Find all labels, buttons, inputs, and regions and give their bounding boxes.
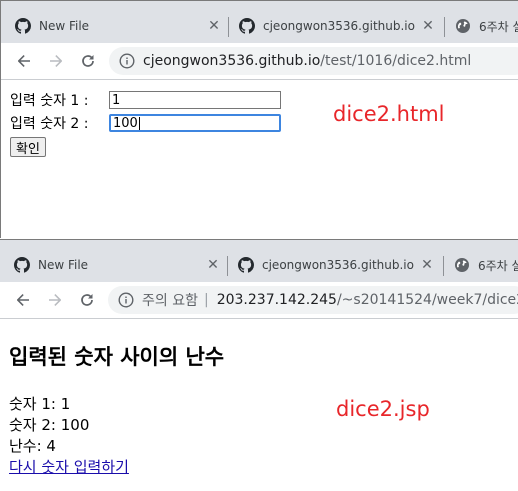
reload-button[interactable]: [77, 50, 99, 72]
toolbar: 주의 요함 | 203.237.142.245/~s20141524/week7…: [0, 282, 518, 319]
tab-divider: [443, 256, 444, 276]
github-icon: [14, 257, 30, 273]
tab-week6[interactable]: 6주차 실: [454, 248, 518, 282]
reload-icon: [80, 53, 96, 69]
result-line-number2: 숫자 2: 100: [9, 416, 90, 434]
tab-divider: [444, 17, 445, 37]
close-icon[interactable]: ✕: [421, 18, 435, 34]
input-label-2: 입력 숫자 2 :: [10, 116, 89, 132]
reload-button[interactable]: [76, 289, 98, 311]
tab-title: 6주차 실: [479, 19, 518, 34]
tab-strip: New File ✕ cjeongwon3536.github.io/Di ✕ …: [0, 240, 518, 282]
forward-button[interactable]: [44, 289, 66, 311]
close-icon[interactable]: ✕: [207, 18, 221, 34]
input-row-2: 입력 숫자 2 : 100: [10, 113, 281, 133]
browser-window-bottom: New File ✕ cjeongwon3536.github.io/Di ✕ …: [0, 239, 518, 491]
globe-icon: [455, 18, 471, 34]
tab-new-file[interactable]: New File ✕: [15, 9, 221, 43]
annotation-label: dice2.jsp: [336, 397, 430, 421]
tab-title: 6주차 실: [478, 258, 518, 273]
tab-divider: [227, 256, 228, 276]
url-path: /test/1016/dice2.html: [320, 53, 472, 69]
forward-arrow-icon: [47, 292, 63, 308]
info-icon[interactable]: [118, 292, 134, 308]
page-heading: 입력된 숫자 사이의 난수: [9, 345, 225, 369]
github-icon: [15, 18, 31, 34]
forward-arrow-icon: [48, 53, 64, 69]
back-button[interactable]: [12, 289, 34, 311]
number-input-2[interactable]: 100: [109, 114, 281, 132]
submit-button[interactable]: 확인: [10, 137, 46, 157]
back-arrow-icon: [15, 292, 31, 308]
tab-github-pages[interactable]: cjeongwon3536.github.io/Di ✕: [239, 9, 435, 43]
github-icon: [238, 257, 254, 273]
text-caret: [138, 116, 140, 130]
url-host: cjeongwon3536.github.io: [143, 53, 321, 69]
input-row-1: 입력 숫자 1 : 1: [10, 90, 281, 110]
github-icon: [239, 18, 255, 34]
tab-title: cjeongwon3536.github.io/Di: [262, 258, 414, 272]
close-icon[interactable]: ✕: [420, 257, 434, 273]
back-arrow-icon: [16, 53, 32, 69]
number-input-1[interactable]: 1: [109, 91, 281, 109]
tab-strip: New File ✕ cjeongwon3536.github.io/Di ✕ …: [1, 1, 518, 43]
tab-new-file[interactable]: New File ✕: [14, 248, 220, 282]
tab-week6[interactable]: 6주차 실: [455, 9, 518, 43]
forward-button[interactable]: [45, 50, 67, 72]
reload-icon: [79, 292, 95, 308]
tab-title: cjeongwon3536.github.io/Di: [263, 19, 415, 33]
tab-divider: [228, 17, 229, 37]
input-label-1: 입력 숫자 1 :: [10, 93, 89, 109]
address-bar[interactable]: cjeongwon3536.github.io/test/1016/dice2.…: [109, 47, 518, 75]
close-icon[interactable]: ✕: [206, 257, 220, 273]
retry-link[interactable]: 다시 숫자 입력하기: [9, 456, 129, 477]
url-path: /~s20141524/week7/dice2.jsp: [336, 292, 518, 308]
url-host: 203.237.142.245: [216, 292, 337, 308]
tab-title: New File: [38, 258, 89, 272]
annotation-label: dice2.html: [333, 102, 445, 126]
info-icon[interactable]: [119, 53, 135, 69]
security-warning[interactable]: 주의 요함: [142, 290, 198, 310]
address-bar[interactable]: 주의 요함 | 203.237.142.245/~s20141524/week7…: [108, 286, 518, 314]
browser-window-top: New File ✕ cjeongwon3536.github.io/Di ✕ …: [0, 0, 518, 238]
tab-github-pages[interactable]: cjeongwon3536.github.io/Di ✕: [238, 248, 434, 282]
result-line-number1: 숫자 1: 1: [9, 395, 71, 413]
globe-icon: [454, 257, 470, 273]
url-divider: |: [203, 292, 209, 308]
tab-title: New File: [39, 19, 90, 33]
result-line-random: 난수: 4: [9, 437, 56, 455]
back-button[interactable]: [13, 50, 35, 72]
toolbar: cjeongwon3536.github.io/test/1016/dice2.…: [1, 43, 518, 80]
